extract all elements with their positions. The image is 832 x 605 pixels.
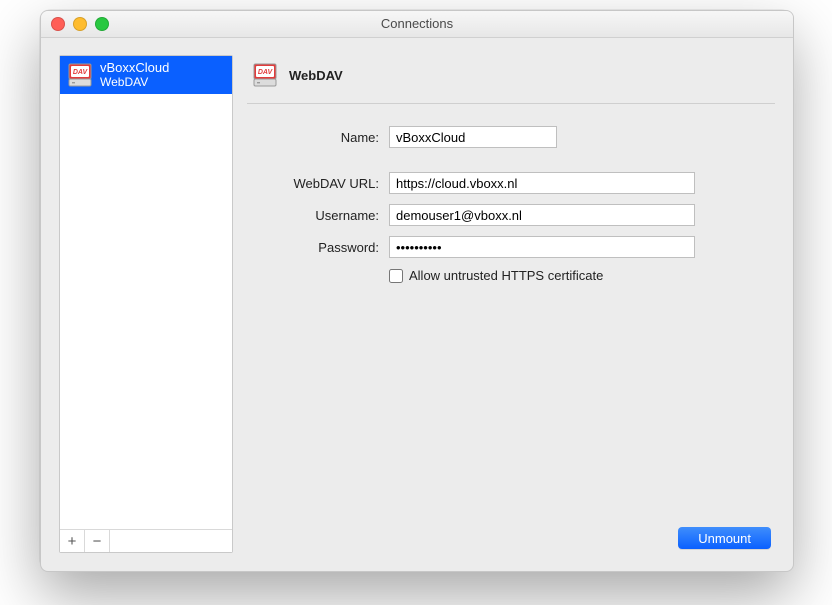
titlebar: Connections [41, 11, 793, 38]
connection-detail-pane: DAV WebDAV Name: WebDAV URL: [247, 55, 775, 553]
connections-sidebar: DAV vBoxxCloud WebDAV + − [59, 55, 233, 553]
username-label: Username: [247, 208, 389, 223]
add-connection-button[interactable]: + [60, 530, 85, 552]
webdav-url-field[interactable] [389, 172, 695, 194]
connection-item-subtitle: WebDAV [100, 75, 169, 90]
svg-text:DAV: DAV [258, 69, 274, 76]
password-field[interactable] [389, 236, 695, 258]
url-label: WebDAV URL: [247, 176, 389, 191]
password-label: Password: [247, 240, 389, 255]
unmount-button[interactable]: Unmount [678, 527, 771, 549]
connection-item-title: vBoxxCloud [100, 60, 169, 75]
webdav-drive-icon: DAV [251, 61, 279, 89]
remove-connection-button[interactable]: − [85, 530, 110, 552]
connections-window: Connections DAV vBoxxCloud [40, 10, 794, 572]
connection-list-item[interactable]: DAV vBoxxCloud WebDAV [60, 56, 232, 94]
window-title: Connections [41, 11, 793, 37]
allow-untrusted-label: Allow untrusted HTTPS certificate [409, 268, 603, 283]
svg-text:DAV: DAV [73, 69, 89, 76]
allow-untrusted-checkbox[interactable] [389, 269, 403, 283]
username-field[interactable] [389, 204, 695, 226]
protocol-heading: WebDAV [289, 68, 343, 83]
name-label: Name: [247, 130, 389, 145]
sidebar-footer: + − [60, 529, 232, 552]
name-field[interactable] [389, 126, 557, 148]
webdav-drive-icon: DAV [66, 61, 94, 89]
